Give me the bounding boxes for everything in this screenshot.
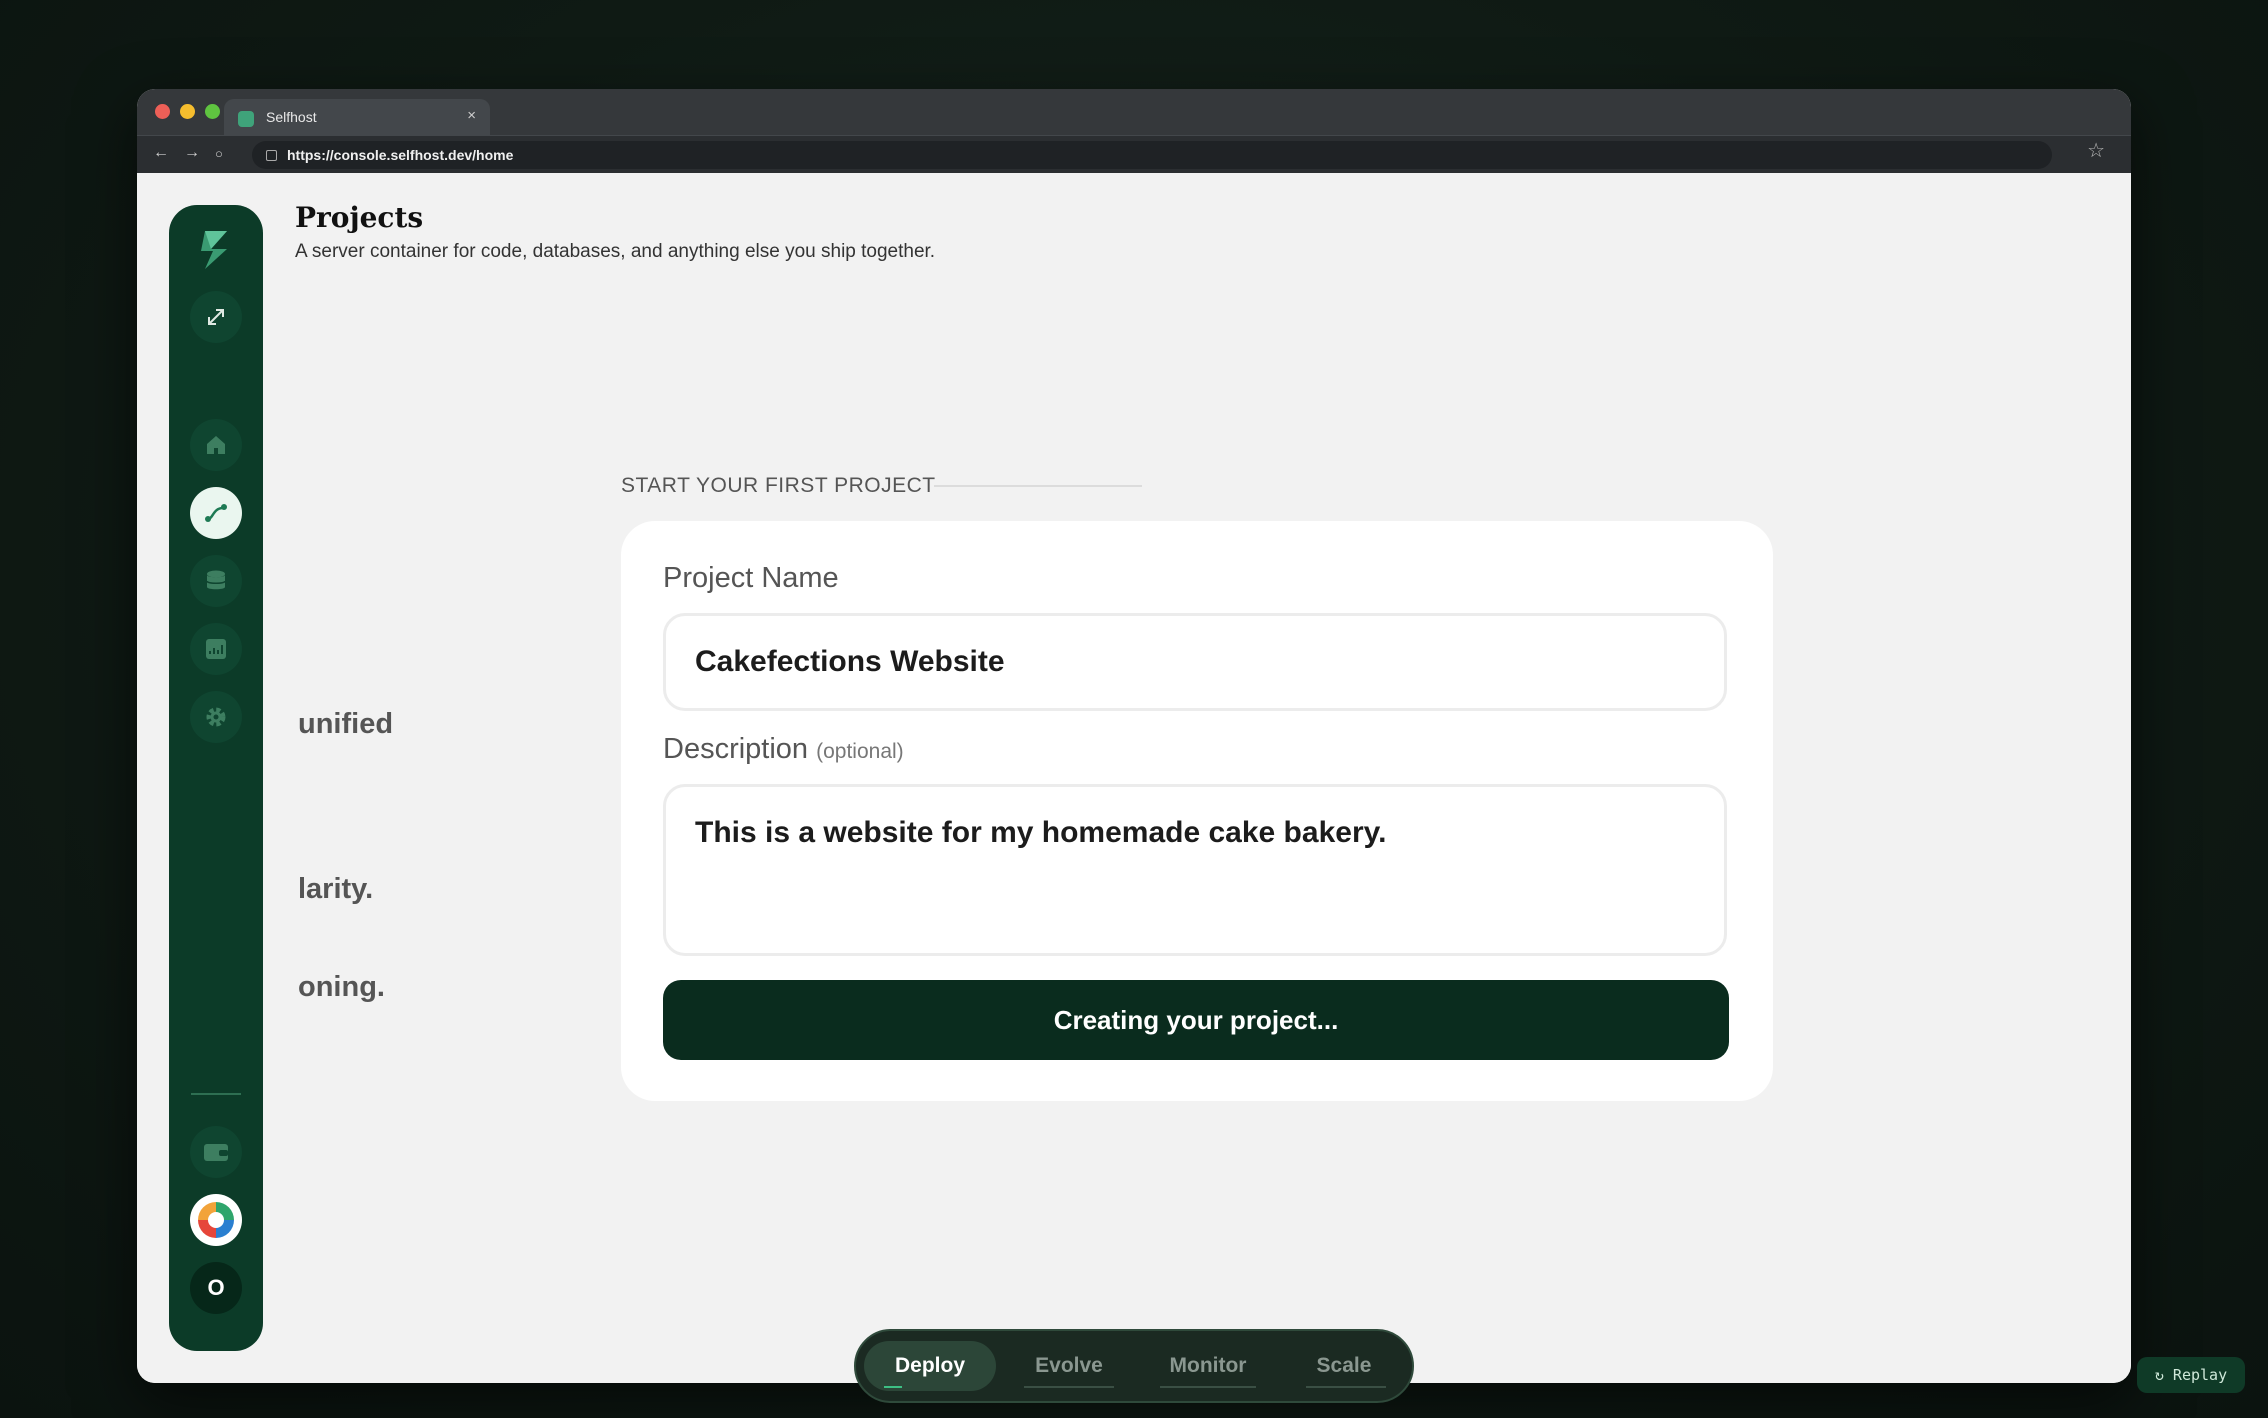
sidebar: O	[169, 205, 263, 1351]
home-icon	[207, 436, 225, 454]
sidebar-item-settings[interactable]	[190, 691, 242, 743]
description-label-text: Description	[663, 733, 809, 765]
page-content: O Projects A server container for code, …	[137, 173, 2131, 1383]
browser-window: Selfhost × ← → ○ https://console.selfhos…	[137, 89, 2131, 1383]
tab-title: Selfhost	[266, 109, 317, 125]
tab-indicator	[884, 1386, 902, 1388]
database-icon	[206, 570, 226, 590]
back-icon[interactable]: ←	[153, 144, 169, 162]
address-bar: ← → ○ https://console.selfhost.dev/home …	[137, 135, 2131, 174]
description-label: Description (optional)	[663, 733, 904, 766]
project-name-input[interactable]: Cakefections Website	[663, 613, 1727, 711]
url-input[interactable]: https://console.selfhost.dev/home	[252, 141, 2052, 169]
forward-icon[interactable]: →	[184, 144, 200, 162]
tab-close-icon[interactable]: ×	[467, 107, 476, 124]
replay-button[interactable]: ↻ Replay	[2137, 1357, 2245, 1393]
reload-icon[interactable]: ○	[215, 146, 223, 161]
optional-hint: (optional)	[816, 740, 904, 763]
tab-scale-label: Scale	[1316, 1354, 1372, 1377]
expand-icon	[208, 309, 224, 325]
project-name-value: Cakefections Website	[695, 645, 1005, 678]
user-menu-button[interactable]: O	[190, 1262, 242, 1314]
tab-monitor[interactable]: Monitor	[1146, 1341, 1270, 1391]
section-divider	[934, 485, 1142, 487]
tab-indicator	[1160, 1386, 1256, 1388]
create-project-card: Project Name Cakefections Website Descri…	[621, 521, 1773, 1101]
url-text: https://console.selfhost.dev/home	[287, 147, 514, 163]
sidebar-divider	[191, 1093, 241, 1095]
sidebar-item-billing[interactable]	[190, 1126, 242, 1178]
browser-tab[interactable]: Selfhost ×	[224, 99, 490, 135]
bookmark-star-icon[interactable]: ☆	[2087, 138, 2105, 163]
tab-deploy[interactable]: Deploy	[864, 1341, 996, 1391]
tab-evolve-label: Evolve	[1035, 1354, 1103, 1377]
section-label: START YOUR FIRST PROJECT	[621, 474, 936, 497]
sidebar-item-home[interactable]	[190, 419, 242, 471]
sidebar-item-deploy[interactable]	[190, 487, 242, 539]
page-subtitle: A server container for code, databases, …	[295, 241, 936, 262]
maximize-window-button[interactable]	[205, 104, 220, 119]
background-text: oning.	[298, 971, 385, 1003]
close-window-button[interactable]	[155, 104, 170, 119]
background-text: unified	[298, 708, 394, 740]
tab-monitor-label: Monitor	[1169, 1354, 1247, 1377]
tab-indicator	[1306, 1386, 1386, 1388]
page-title: Projects	[295, 201, 424, 234]
description-value: This is a website for my homemade cake b…	[695, 816, 1387, 849]
tab-indicator	[1024, 1386, 1114, 1388]
expand-button[interactable]	[190, 291, 242, 343]
project-name-label: Project Name	[663, 562, 839, 594]
tab-deploy-label: Deploy	[894, 1354, 965, 1377]
tab-evolve[interactable]: Evolve	[1016, 1341, 1122, 1391]
bottom-nav: Deploy Evolve Monitor Scale	[854, 1329, 1414, 1403]
avatar-logo-icon	[196, 1200, 236, 1240]
sidebar-item-analytics[interactable]	[190, 623, 242, 675]
tab-bar: Selfhost ×	[137, 89, 2131, 135]
description-textarea[interactable]: This is a website for my homemade cake b…	[663, 784, 1727, 956]
minimize-window-button[interactable]	[180, 104, 195, 119]
favicon-icon	[238, 111, 254, 127]
gear-icon	[206, 707, 226, 727]
avatar[interactable]	[190, 1194, 242, 1246]
tab-scale[interactable]: Scale	[1292, 1341, 1396, 1391]
sidebar-item-database[interactable]	[190, 555, 242, 607]
wallet-icon	[204, 1144, 228, 1161]
analytics-icon	[206, 639, 226, 659]
lightning-logo-icon[interactable]	[197, 229, 235, 271]
background-text: larity.	[298, 873, 374, 905]
page-info-icon	[266, 150, 277, 161]
deploy-route-icon	[205, 504, 227, 522]
create-project-button[interactable]: Creating your project...	[663, 980, 1729, 1060]
